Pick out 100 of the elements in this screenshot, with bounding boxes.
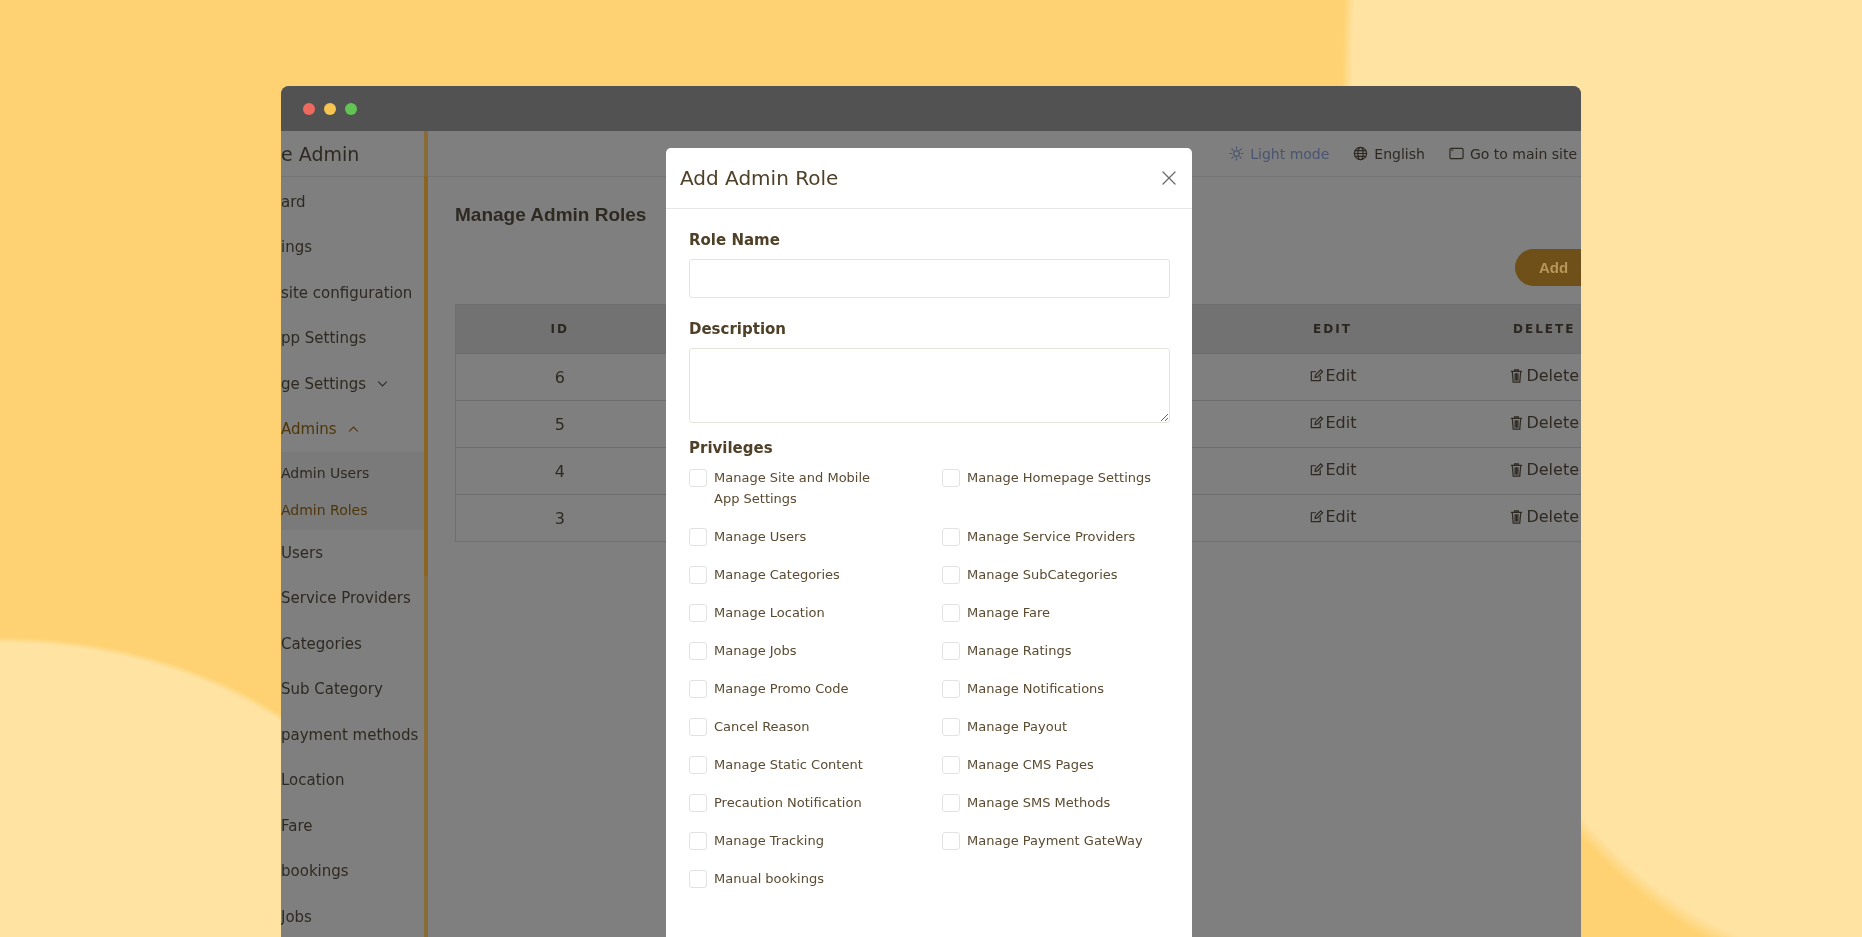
- checkbox-label: Manage Categories: [714, 566, 840, 584]
- page-title: Manage Admin Roles: [455, 204, 647, 226]
- sidebar-item[interactable]: ings: [281, 224, 424, 270]
- edit-button[interactable]: Edit: [1308, 460, 1357, 479]
- sidebar-item[interactable]: Sub Category: [281, 666, 424, 712]
- sidebar-title: e Admin: [281, 131, 424, 177]
- checkbox[interactable]: [689, 832, 707, 850]
- sidebar-item[interactable]: Service Providers: [281, 575, 424, 621]
- sidebar-item[interactable]: payment methods: [281, 712, 424, 758]
- sidebar-item[interactable]: site configuration: [281, 270, 424, 316]
- checkbox[interactable]: [689, 794, 707, 812]
- checkbox[interactable]: [942, 756, 960, 774]
- close-dot[interactable]: [303, 102, 315, 115]
- table-cell: 6: [455, 353, 664, 401]
- checkbox-label: Manage Service Providers: [967, 528, 1136, 546]
- checkbox[interactable]: [689, 469, 707, 487]
- checkbox-label: Manage Jobs: [714, 642, 797, 660]
- checkbox[interactable]: [689, 528, 707, 546]
- checkbox-label: Cancel Reason: [714, 718, 810, 736]
- minimize-dot[interactable]: [324, 102, 336, 115]
- field-label: Description: [689, 320, 788, 338]
- checkbox[interactable]: [942, 566, 960, 584]
- sidebar-item[interactable]: bookings: [281, 848, 424, 894]
- delete-button[interactable]: Delete: [1509, 366, 1580, 385]
- table-cell: 5: [455, 400, 664, 448]
- dialog-title: Add Admin Role: [680, 166, 839, 190]
- section-label: Privileges: [689, 439, 774, 457]
- sidebar-item[interactable]: pp Settings: [281, 315, 424, 361]
- browser-icon: [1448, 146, 1464, 161]
- checkbox-label: Manage CMS Pages: [967, 756, 1094, 774]
- checkbox-label: Manage Fare: [967, 604, 1051, 622]
- column-header: DELETE: [1441, 304, 1581, 354]
- checkbox-label: Manage Site and Mobile App Settings: [714, 469, 872, 508]
- checkbox-label: Manage Location: [714, 604, 825, 622]
- checkbox-label: Precaution Notification: [714, 794, 862, 812]
- checkbox[interactable]: [689, 604, 707, 622]
- sidebar-item[interactable]: Location: [281, 757, 424, 803]
- checkbox[interactable]: [942, 469, 960, 487]
- trash-icon: [1509, 508, 1525, 525]
- checkbox[interactable]: [689, 870, 707, 888]
- checkbox-label: Manage Payout: [967, 718, 1067, 736]
- header-link[interactable]: English: [1353, 145, 1425, 162]
- checkbox[interactable]: [942, 794, 960, 812]
- checkbox[interactable]: [689, 756, 707, 774]
- checkbox[interactable]: [689, 642, 707, 660]
- edit-button[interactable]: Edit: [1308, 507, 1357, 526]
- edit-icon: [1308, 414, 1324, 431]
- submenu-item[interactable]: Admin Roles: [281, 491, 424, 528]
- checkbox[interactable]: [689, 718, 707, 736]
- sun-icon: [1229, 146, 1245, 161]
- sidebar-item[interactable]: Admins: [281, 406, 424, 452]
- checkbox-label: Manage Tracking: [714, 832, 824, 850]
- checkbox-label: Manage Payment GateWay: [967, 832, 1143, 850]
- sidebar-item[interactable]: Users: [281, 530, 424, 576]
- checkbox-label: Manage SMS Methods: [967, 794, 1111, 812]
- scrollbar-thumb[interactable]: [424, 176, 428, 576]
- sidebar-item[interactable]: ard: [281, 179, 424, 225]
- checkbox-label: Manage Notifications: [967, 680, 1105, 698]
- sidebar-item[interactable]: Jobs: [281, 894, 424, 937]
- checkbox[interactable]: [942, 718, 960, 736]
- sidebar-item[interactable]: ge Settings: [281, 361, 424, 407]
- delete-button[interactable]: Delete: [1509, 413, 1580, 432]
- trash-icon: [1509, 414, 1525, 431]
- checkbox[interactable]: [942, 832, 960, 850]
- checkbox-label: Manage SubCategories: [967, 566, 1118, 584]
- checkbox[interactable]: [942, 642, 960, 660]
- edit-icon: [1308, 508, 1324, 525]
- maximize-dot[interactable]: [345, 102, 357, 115]
- delete-button[interactable]: Delete: [1509, 460, 1580, 479]
- edit-button[interactable]: Edit: [1308, 366, 1357, 385]
- header-link[interactable]: Go to main site: [1448, 145, 1577, 162]
- checkbox[interactable]: [689, 566, 707, 584]
- sidebar-item[interactable]: Categories: [281, 621, 424, 667]
- globe-icon: [1353, 146, 1369, 161]
- checkbox-label: Manage Ratings: [967, 642, 1072, 660]
- checkbox[interactable]: [942, 604, 960, 622]
- checkbox-label: Manage Homepage Settings: [967, 469, 1152, 487]
- checkbox[interactable]: [942, 528, 960, 546]
- text-area[interactable]: [689, 348, 1170, 423]
- submenu-item[interactable]: Admin Users: [281, 454, 424, 491]
- checkbox-label: Manage Users: [714, 528, 807, 546]
- sidebar-item[interactable]: Fare: [281, 803, 424, 849]
- table-cell: 3: [455, 494, 664, 542]
- input-field[interactable]: [689, 259, 1170, 298]
- table-cell: 4: [455, 447, 664, 495]
- trash-icon: [1509, 367, 1525, 384]
- checkbox-label: Manual bookings: [714, 870, 824, 888]
- checkbox[interactable]: [689, 680, 707, 698]
- trash-icon: [1509, 461, 1525, 478]
- checkbox[interactable]: [942, 680, 960, 698]
- add-button[interactable]: Add: [1515, 249, 1581, 286]
- delete-button[interactable]: Delete: [1509, 507, 1580, 526]
- field-label: Role Name: [689, 231, 781, 249]
- checkbox-label: Manage Static Content: [714, 756, 863, 774]
- edit-icon: [1308, 461, 1324, 478]
- close-icon: [1161, 170, 1177, 186]
- edit-button[interactable]: Edit: [1308, 413, 1357, 432]
- checkbox-label: Manage Promo Code: [714, 680, 849, 698]
- column-header: EDIT: [1223, 304, 1442, 354]
- edit-icon: [1308, 367, 1324, 384]
